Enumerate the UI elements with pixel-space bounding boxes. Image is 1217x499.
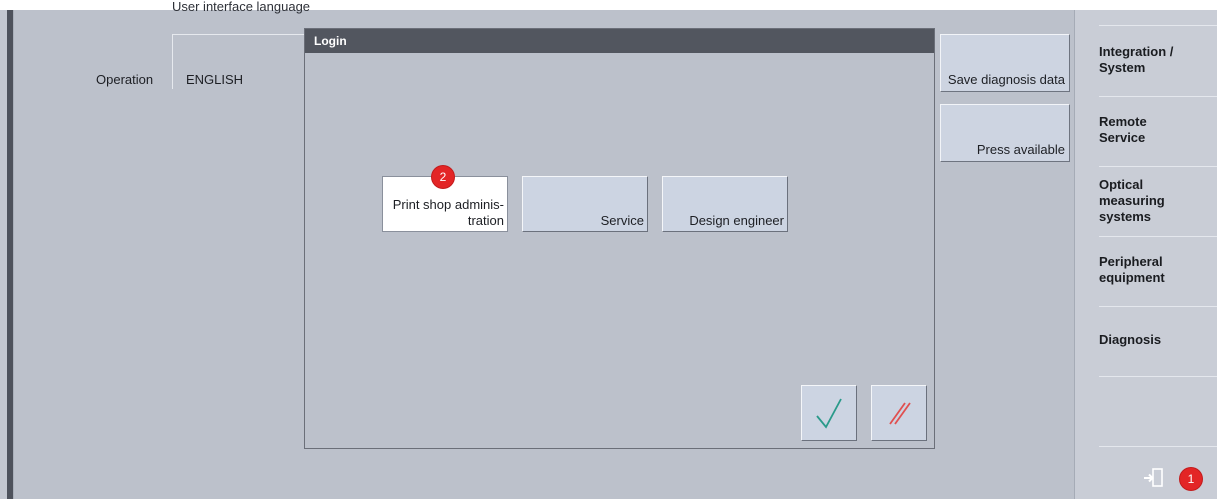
tab-divider [1099,446,1217,447]
tab-label-line: equipment [1099,270,1165,285]
operation-label: Operation [96,72,154,87]
cancel-button[interactable] [871,385,927,441]
checkmark-icon [816,398,842,429]
language-value: ENGLISH [186,72,244,87]
tab-divider [1099,376,1217,377]
section-label: User interface language [172,0,311,14]
role-label: Design engineer [689,213,784,228]
tab-label-line: Diagnosis [1099,332,1162,347]
tab-label-line: Integration / [1099,44,1174,59]
tab-integration-system[interactable]: Integration / System [1099,44,1217,76]
tab-divider [1099,306,1217,307]
tab-divider [1099,96,1217,97]
role-label-line: Print shop adminis- [392,197,504,212]
role-label: Print shop adminis- tration [393,197,504,229]
tab-label-line: systems [1099,209,1152,224]
tab-label-line: Peripheral [1099,254,1163,269]
tab-divider [1099,236,1217,237]
app-screen: User interface language Operation ENGLIS… [0,0,1217,499]
logout-door-icon[interactable] [1142,466,1166,490]
tab-diagnosis[interactable]: Diagnosis [1099,332,1217,348]
tab-divider [1099,25,1217,26]
press-available-label: Press available [976,142,1065,157]
tab-remote-service[interactable]: Remote Service [1099,114,1217,146]
role-label-line: tration [467,213,504,228]
save-diagnosis-label: Save diagnosis data [947,72,1065,87]
role-label: Service [600,213,644,228]
tab-label-line: Remote [1099,114,1147,129]
cancel-slashes-icon [889,402,911,425]
role-design-engineer-button[interactable]: Design engineer [662,176,788,232]
role-step-badge: 2 [432,166,454,188]
dialog-title: Login [305,29,934,53]
tab-label-line: measuring [1099,193,1165,208]
exit-step-badge: 1 [1180,468,1202,490]
login-dialog: Login Print shop adminis- tration Servic… [304,28,935,449]
role-service-button[interactable]: Service [522,176,648,232]
tab-optical-measuring[interactable]: Optical measuring systems [1099,177,1217,225]
tab-peripheral-equipment[interactable]: Peripheral equipment [1099,254,1217,286]
tab-label-line: Optical [1099,177,1144,192]
tab-label-line: Service [1099,130,1146,145]
tab-divider [1099,166,1217,167]
save-diagnosis-button[interactable]: Save diagnosis data [940,34,1070,92]
press-available-button[interactable]: Press available [940,104,1070,162]
confirm-button[interactable] [801,385,857,441]
tab-label-line: System [1099,60,1146,75]
